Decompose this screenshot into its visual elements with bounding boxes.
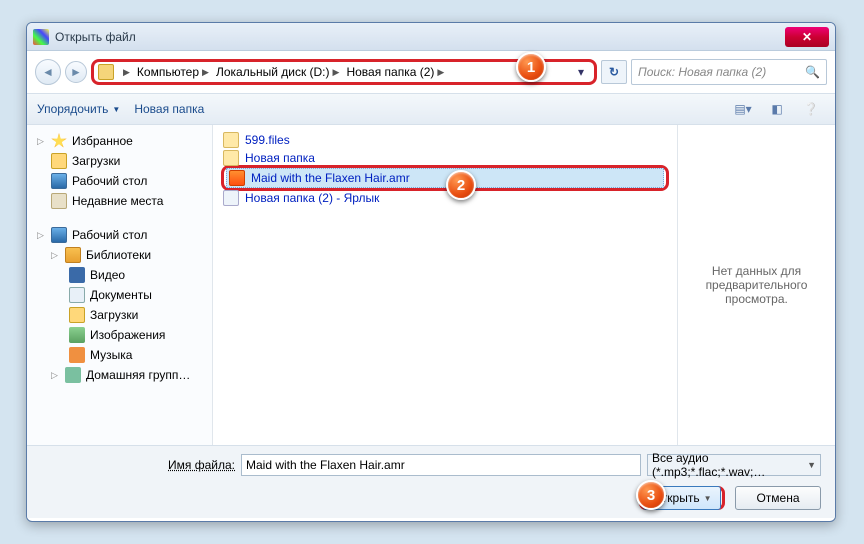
app-icon	[33, 29, 49, 45]
address-dropdown[interactable]: ▾	[572, 65, 590, 79]
forward-button[interactable]: ►	[65, 61, 87, 83]
cancel-button[interactable]: Отмена	[735, 486, 821, 510]
refresh-button[interactable]: ↻	[601, 60, 627, 84]
star-icon	[51, 133, 67, 149]
breadcrumb-item[interactable]: Компьютер▶	[135, 65, 214, 79]
search-placeholder: Поиск: Новая папка (2)	[638, 65, 766, 79]
folder-icon	[98, 64, 114, 80]
chevron-down-icon: ▼	[807, 460, 816, 470]
tree-desktop-root[interactable]: ▷Рабочий стол	[37, 225, 212, 245]
breadcrumb-root[interactable]: ▶	[118, 67, 135, 78]
preview-pane-button[interactable]: ◧	[763, 99, 791, 119]
titlebar: Открыть файл ✕	[27, 23, 835, 51]
desktop-icon	[51, 173, 67, 189]
preview-empty-text: Нет данных для предварительного просмотр…	[688, 264, 825, 306]
list-item[interactable]: Новая папка (2) - Ярлык	[221, 189, 669, 207]
shortcut-icon	[223, 190, 239, 206]
close-button[interactable]: ✕	[785, 27, 829, 47]
dialog-footer: Имя файла: Maid with the Flaxen Hair.amr…	[27, 445, 835, 518]
file-list[interactable]: 599.files Новая папка Maid with the Flax…	[213, 125, 677, 445]
preview-pane: Нет данных для предварительного просмотр…	[677, 125, 835, 445]
search-input[interactable]: Поиск: Новая папка (2) 🔍	[631, 59, 827, 85]
video-icon	[69, 267, 85, 283]
audio-file-icon	[229, 170, 245, 186]
back-button[interactable]: ◄	[35, 59, 61, 85]
homegroup-icon	[65, 367, 81, 383]
tree-libraries[interactable]: ▷Библиотеки	[37, 245, 212, 265]
breadcrumb-item[interactable]: Локальный диск (D:)▶	[214, 65, 344, 79]
callout-2: 2	[446, 170, 476, 200]
open-file-dialog: Открыть файл ✕ ◄ ► ▶ Компьютер▶ Локальны…	[26, 22, 836, 522]
recent-icon	[51, 193, 67, 209]
list-item-selected-highlight: Maid with the Flaxen Hair.amr	[221, 165, 669, 191]
tree-documents[interactable]: Документы	[37, 285, 212, 305]
filename-input[interactable]: Maid with the Flaxen Hair.amr	[241, 454, 641, 476]
toolbar: Упорядочить ▼ Новая папка ▤▾ ◧ ❔	[27, 93, 835, 125]
filename-label: Имя файла:	[41, 458, 241, 472]
tree-video[interactable]: Видео	[37, 265, 212, 285]
navigation-tree[interactable]: ▷Избранное Загрузки Рабочий стол Недавни…	[27, 125, 213, 445]
search-icon: 🔍	[805, 65, 820, 79]
folder-icon	[51, 153, 67, 169]
music-icon	[69, 347, 85, 363]
desktop-icon	[51, 227, 67, 243]
folder-icon	[223, 150, 239, 166]
nav-row: ◄ ► ▶ Компьютер▶ Локальный диск (D:)▶ Но…	[27, 51, 835, 93]
picture-icon	[69, 327, 85, 343]
file-type-filter[interactable]: Все аудио (*.mp3;*.flac;*.wav;…▼	[647, 454, 821, 476]
dialog-body: ▷Избранное Загрузки Рабочий стол Недавни…	[27, 125, 835, 445]
view-options-button[interactable]: ▤▾	[729, 99, 757, 119]
tree-favorites[interactable]: ▷Избранное	[37, 131, 212, 151]
tree-recent[interactable]: Недавние места	[37, 191, 212, 211]
tree-downloads2[interactable]: Загрузки	[37, 305, 212, 325]
folder-icon	[69, 307, 85, 323]
list-item[interactable]: 599.files	[221, 131, 669, 149]
chevron-down-icon: ▼	[704, 494, 712, 503]
tree-desktop[interactable]: Рабочий стол	[37, 171, 212, 191]
library-icon	[65, 247, 81, 263]
list-item-selected[interactable]: Maid with the Flaxen Hair.amr	[226, 168, 664, 188]
folder-icon	[223, 132, 239, 148]
window-title: Открыть файл	[55, 30, 785, 44]
breadcrumb-item[interactable]: Новая папка (2)▶	[344, 65, 449, 79]
callout-3: 3	[636, 480, 666, 510]
tree-music[interactable]: Музыка	[37, 345, 212, 365]
document-icon	[69, 287, 85, 303]
tree-homegroup[interactable]: ▷Домашняя групп…	[37, 365, 212, 385]
new-folder-button[interactable]: Новая папка	[134, 102, 204, 116]
organize-menu[interactable]: Упорядочить ▼	[37, 102, 120, 116]
help-button[interactable]: ❔	[797, 99, 825, 119]
tree-downloads[interactable]: Загрузки	[37, 151, 212, 171]
callout-1: 1	[516, 52, 546, 82]
tree-pictures[interactable]: Изображения	[37, 325, 212, 345]
